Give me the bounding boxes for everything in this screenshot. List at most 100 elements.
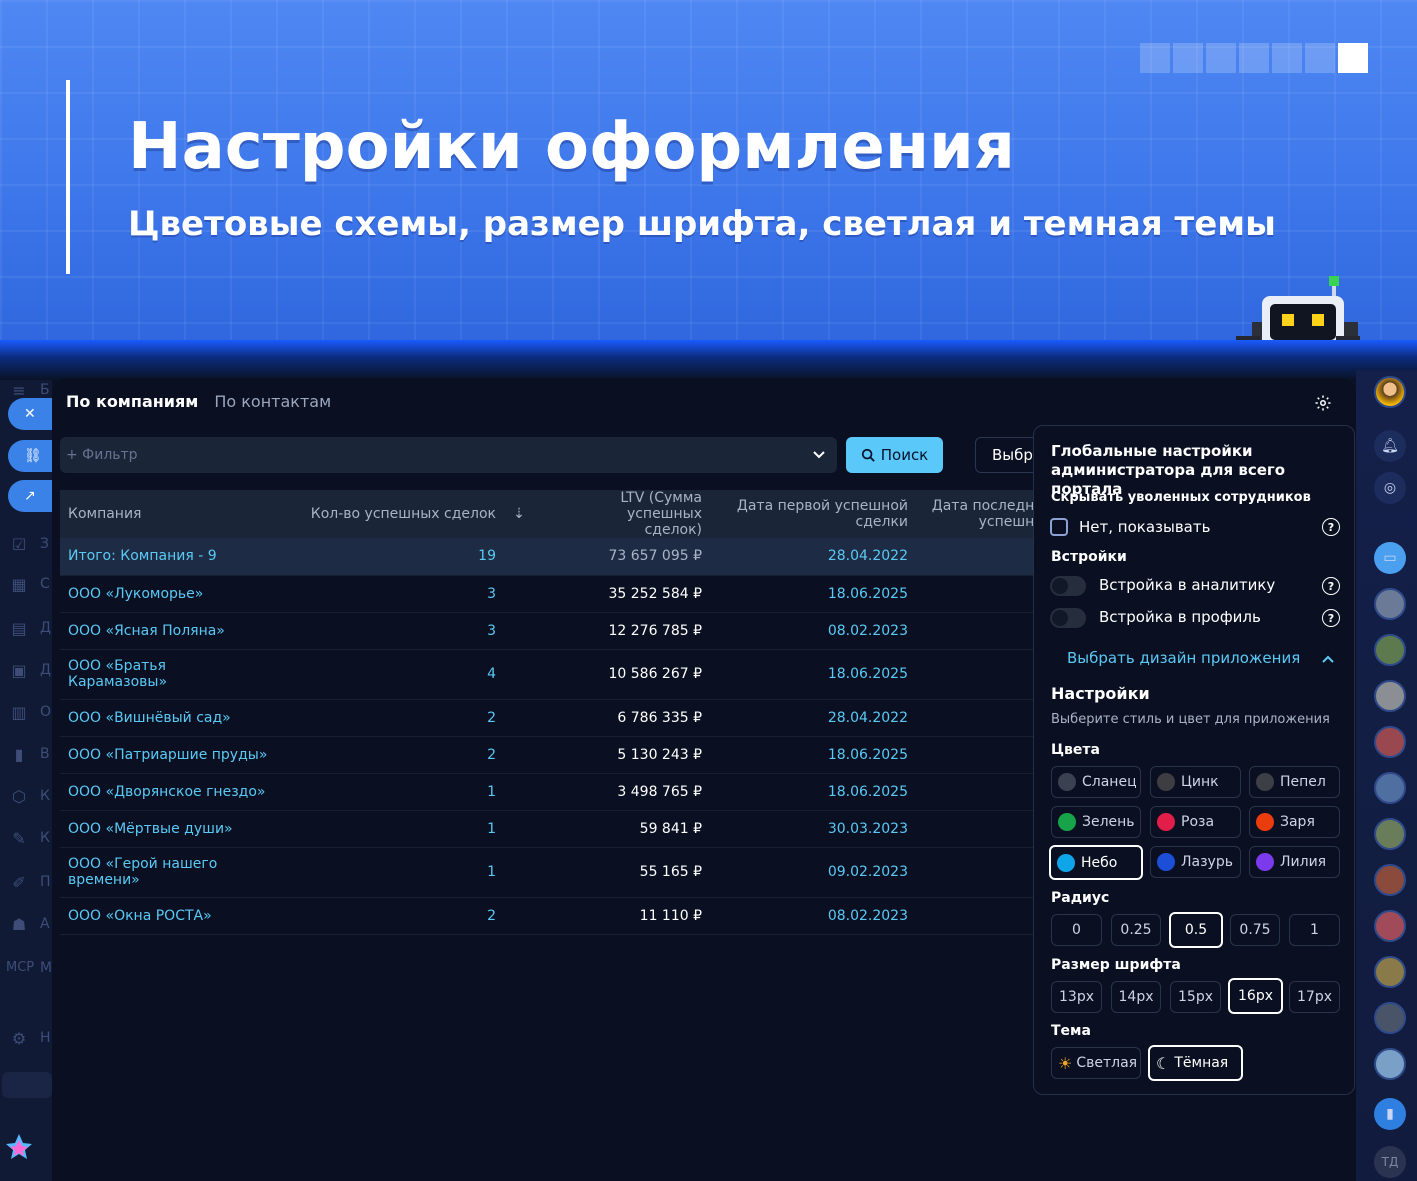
- font-size-option-selected[interactable]: 16px: [1228, 978, 1283, 1014]
- tab-contacts[interactable]: По контактам: [214, 392, 331, 411]
- first-date-cell: 18.06.2025: [710, 649, 916, 700]
- theme-light-button[interactable]: ☀ Светлая: [1051, 1047, 1141, 1079]
- table-header-row: Компания Кол-во успешных сделок ⇣ LTV (С…: [60, 490, 1060, 538]
- message-icon: ▭: [1383, 550, 1397, 566]
- table-row[interactable]: ООО «Ясная Поляна» 3 12 276 785 ₽ 08.02.…: [60, 612, 1060, 650]
- theme-dark-button[interactable]: ☾ Тёмная: [1148, 1045, 1243, 1081]
- link-button[interactable]: ⛓: [8, 440, 52, 472]
- font-size-option[interactable]: 17px: [1289, 981, 1340, 1013]
- settings-icon[interactable]: ⚙: [10, 1030, 28, 1048]
- open-external-button[interactable]: ↗: [8, 480, 52, 512]
- color-option-sky[interactable]: Небо: [1049, 845, 1143, 880]
- mcp-label[interactable]: MCP: [6, 960, 34, 975]
- document-icon[interactable]: ▤: [10, 620, 28, 638]
- close-button[interactable]: ✕: [8, 398, 52, 430]
- table-row[interactable]: ООО «Патриаршие пруды» 2 5 130 243 ₽ 18.…: [60, 736, 1060, 774]
- radius-option[interactable]: 0.25: [1111, 914, 1161, 946]
- contact-avatar[interactable]: [1374, 726, 1406, 758]
- pen-icon[interactable]: ✐: [10, 874, 28, 892]
- color-option-ash[interactable]: Пепел: [1249, 766, 1340, 798]
- font-size-option[interactable]: 14px: [1111, 981, 1161, 1013]
- sort-icon[interactable]: ⇣: [504, 490, 534, 538]
- edit-doc-icon[interactable]: ✎: [10, 830, 28, 848]
- contact-avatar[interactable]: [1374, 910, 1406, 942]
- color-option-lily[interactable]: Лилия: [1249, 846, 1340, 878]
- company-cell[interactable]: ООО «Вишнёвый сад»: [60, 699, 284, 737]
- company-cell[interactable]: ООО «Ясная Поляна»: [60, 612, 284, 650]
- section-description: Выберите стиль и цвет для приложения: [1051, 712, 1330, 727]
- design-link[interactable]: Выбрать дизайн приложения: [1067, 649, 1300, 667]
- gear-icon[interactable]: [1314, 394, 1332, 412]
- table-row[interactable]: ООО «Окна РОСТА» 2 11 110 ₽ 08.02.2023 3: [60, 897, 1060, 935]
- font-size-option[interactable]: 13px: [1051, 981, 1102, 1013]
- messages-button[interactable]: ▭: [1374, 542, 1406, 574]
- table-row[interactable]: ООО «Дворянское гнездо» 1 3 498 765 ₽ 18…: [60, 773, 1060, 811]
- user-avatar[interactable]: [1374, 376, 1406, 408]
- contact-avatar[interactable]: [1374, 634, 1406, 666]
- column-header-first-deal-date[interactable]: Дата первой успешной сделки: [710, 490, 916, 538]
- company-cell[interactable]: ООО «Окна РОСТА»: [60, 897, 284, 935]
- tasks-icon[interactable]: ☑: [10, 536, 28, 554]
- bookmarks-button[interactable]: ▮: [1374, 1098, 1406, 1130]
- company-cell[interactable]: ООО «Лукоморье»: [60, 575, 284, 613]
- contact-avatar[interactable]: [1374, 956, 1406, 988]
- chat-button[interactable]: ◎: [1374, 472, 1406, 504]
- table-row[interactable]: ООО «Герой нашего времени» 1 55 165 ₽ 09.…: [60, 847, 1060, 898]
- table-total-row[interactable]: Итого: Компания - 9 19 73 657 095 ₽ 28.0…: [60, 538, 1060, 576]
- contact-avatar[interactable]: [1374, 1002, 1406, 1034]
- column-header-ltv[interactable]: LTV (Сумма успешных сделок): [534, 490, 710, 538]
- company-cell[interactable]: ООО «Дворянское гнездо»: [60, 773, 284, 811]
- sidebar-collapsed-item[interactable]: [2, 1072, 52, 1098]
- color-option-azure[interactable]: Лазурь: [1150, 846, 1241, 878]
- table-row[interactable]: ООО «Братья Карамазовы» 4 10 586 267 ₽ 18…: [60, 649, 1060, 700]
- calendar-icon[interactable]: ▥: [10, 704, 28, 722]
- table-row[interactable]: ООО «Вишнёвый сад» 2 6 786 335 ₽ 28.04.2…: [60, 699, 1060, 737]
- contact-avatar[interactable]: [1374, 864, 1406, 896]
- contact-avatar[interactable]: [1374, 588, 1406, 620]
- search-button[interactable]: Поиск: [846, 437, 943, 473]
- radius-option[interactable]: 0.75: [1230, 914, 1280, 946]
- tab-companies[interactable]: По компаниям: [66, 392, 198, 411]
- column-header-company[interactable]: Компания: [60, 490, 284, 538]
- contact-avatar[interactable]: [1374, 818, 1406, 850]
- chevron-up-icon[interactable]: [1320, 651, 1336, 667]
- help-icon[interactable]: ?: [1322, 577, 1340, 595]
- color-option-slate[interactable]: Сланец: [1051, 766, 1141, 798]
- app-logo-icon[interactable]: [4, 1132, 34, 1162]
- table-row[interactable]: ООО «Мёртвые души» 1 59 841 ₽ 30.03.2023…: [60, 810, 1060, 848]
- help-icon[interactable]: ?: [1322, 518, 1340, 536]
- radius-option[interactable]: 0: [1051, 914, 1102, 946]
- company-cell[interactable]: Итого: Компания - 9: [60, 538, 284, 576]
- hexagon-icon[interactable]: ⬡: [10, 788, 28, 806]
- bot-icon[interactable]: ☗: [10, 916, 28, 934]
- chevron-down-icon[interactable]: [811, 446, 827, 462]
- company-cell[interactable]: ООО «Братья Карамазовы»: [60, 649, 284, 700]
- company-cell[interactable]: ООО «Мёртвые души»: [60, 810, 284, 848]
- color-option-green[interactable]: Зелень: [1051, 806, 1141, 838]
- embed-analytics-toggle[interactable]: [1050, 576, 1086, 596]
- color-option-rose[interactable]: Роза: [1150, 806, 1241, 838]
- chart-icon[interactable]: ▮: [10, 746, 28, 764]
- table-row[interactable]: ООО «Лукоморье» 3 35 252 584 ₽ 18.06.202…: [60, 575, 1060, 613]
- color-swatch: [1058, 813, 1076, 831]
- help-icon[interactable]: ?: [1322, 609, 1340, 627]
- company-cell[interactable]: ООО «Патриаршие пруды»: [60, 736, 284, 774]
- column-header-deals[interactable]: Кол-во успешных сделок: [284, 490, 504, 538]
- building-icon[interactable]: ▦: [10, 576, 28, 594]
- color-option-zinc[interactable]: Цинк: [1150, 766, 1241, 798]
- radius-option-selected[interactable]: 0.5: [1169, 912, 1223, 948]
- company-cell[interactable]: ООО «Герой нашего времени»: [60, 847, 284, 898]
- hide-fired-checkbox[interactable]: [1050, 518, 1068, 536]
- contact-avatar[interactable]: [1374, 1048, 1406, 1080]
- contacts-icon[interactable]: ▣: [10, 662, 28, 680]
- radius-option[interactable]: 1: [1289, 914, 1340, 946]
- color-option-dawn[interactable]: Заря: [1249, 806, 1340, 838]
- user-initials-avatar[interactable]: ТД: [1374, 1146, 1406, 1178]
- filter-input[interactable]: + Фильтр: [60, 437, 837, 473]
- notifications-button[interactable]: 🔔︎: [1374, 430, 1406, 462]
- contact-avatar[interactable]: [1374, 680, 1406, 712]
- ltv-cell: 35 252 584 ₽: [534, 575, 710, 613]
- embed-profile-toggle[interactable]: [1050, 608, 1086, 628]
- contact-avatar[interactable]: [1374, 772, 1406, 804]
- font-size-option[interactable]: 15px: [1170, 981, 1221, 1013]
